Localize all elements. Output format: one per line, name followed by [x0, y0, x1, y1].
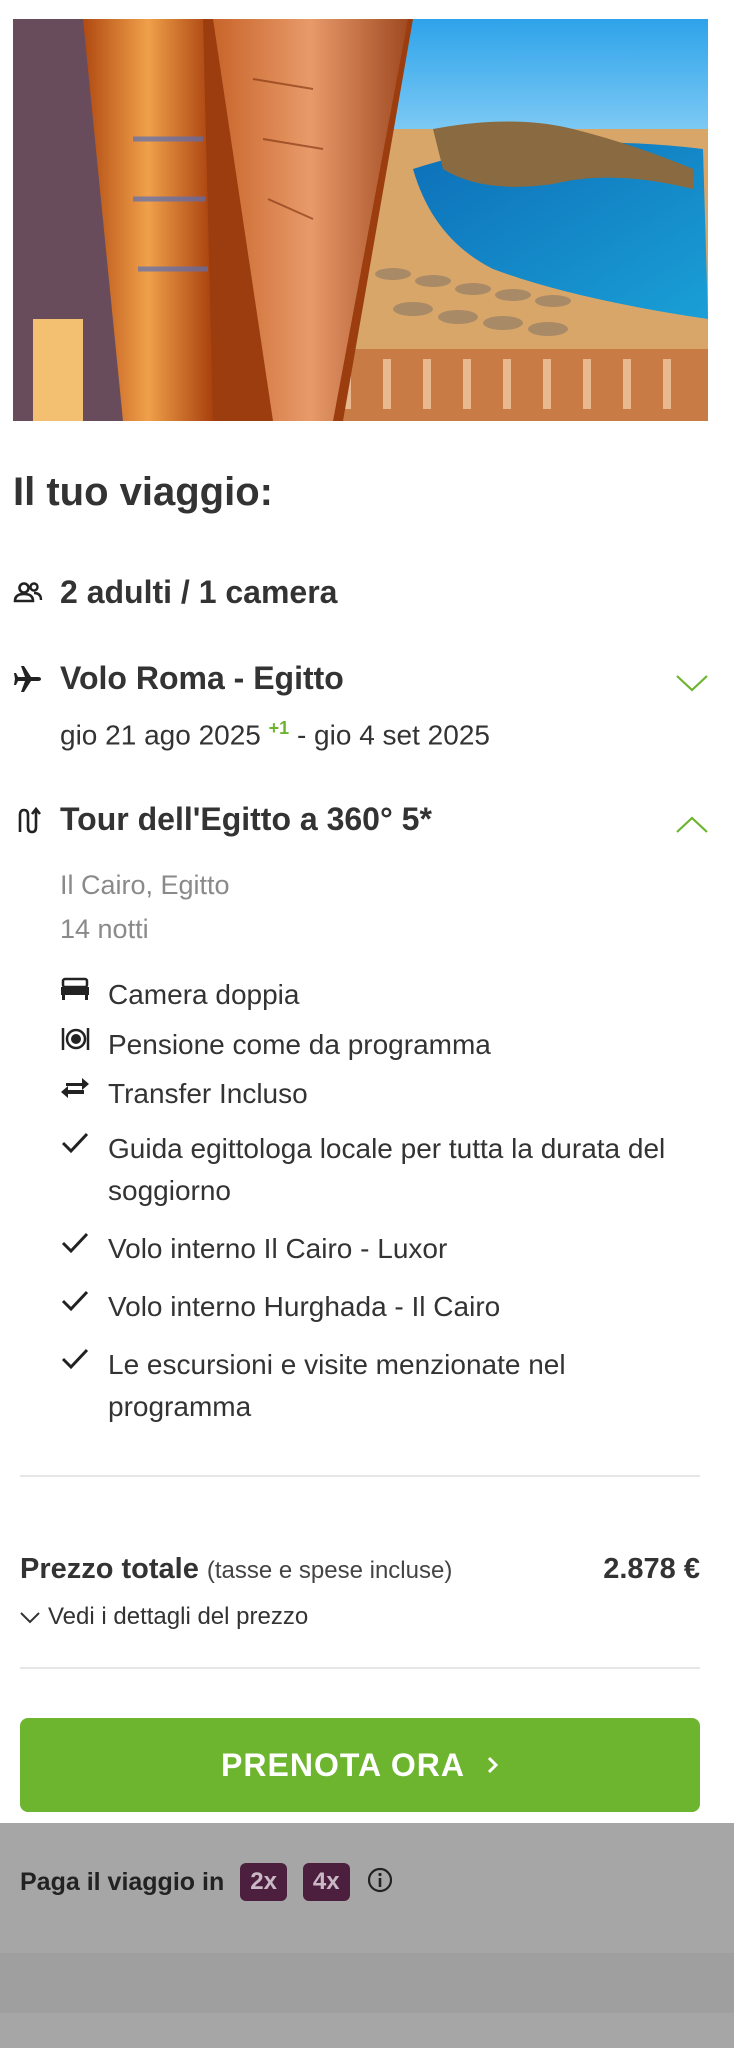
- feature-item: Guida egittologa locale per tutta la dur…: [60, 1128, 680, 1212]
- tour-nights: 14 notti: [60, 914, 149, 944]
- people-icon: [13, 579, 45, 611]
- divider: [20, 1667, 700, 1669]
- bed-icon: [60, 976, 90, 1002]
- transfer-icon: [60, 1075, 90, 1101]
- divider: [20, 1475, 700, 1477]
- check-icon: [60, 1346, 90, 1372]
- dining-icon: [60, 1026, 90, 1052]
- flight-title[interactable]: Volo Roma - Egitto: [60, 660, 344, 697]
- total-price-note: (tasse e spese incluse): [206, 1557, 453, 1584]
- chevron-up-icon[interactable]: [675, 815, 709, 835]
- route-icon: [13, 806, 45, 838]
- chevron-down-icon[interactable]: [675, 673, 709, 693]
- feature-item: Volo interno Hurghada - Il Cairo: [60, 1286, 680, 1328]
- check-icon: [60, 1130, 90, 1156]
- airplane-icon: [13, 664, 45, 696]
- destination-hero-image: [13, 19, 708, 421]
- flight-dates: gio 21 ago 2025 +1 - gio 4 set 2025: [60, 718, 490, 751]
- check-icon: [60, 1288, 90, 1314]
- book-now-button[interactable]: PRENOTA ORA: [20, 1718, 700, 1812]
- info-icon[interactable]: [366, 1866, 394, 1899]
- chevron-down-icon: [20, 1611, 40, 1624]
- installment-option-4x[interactable]: 4x: [302, 1863, 350, 1901]
- feature-item: Transfer Incluso: [60, 1073, 680, 1115]
- return-date: - gio 4 set 2025: [296, 719, 490, 751]
- feature-item: Camera doppia: [60, 974, 680, 1016]
- page-title: Il tuo viaggio:: [13, 470, 273, 514]
- feature-item: Le escursioni e visite menzionate nel pr…: [60, 1344, 680, 1428]
- travelers-summary: 2 adulti / 1 camera: [60, 574, 338, 610]
- installment-option-2x[interactable]: 2x: [240, 1863, 287, 1901]
- installments-label: Paga il viaggio in: [20, 1867, 225, 1896]
- overlay-band: [0, 1953, 734, 2013]
- departure-date: gio 21 ago 2025: [60, 719, 261, 751]
- dimmed-footer-overlay: [0, 1823, 734, 2048]
- tour-location: Il Cairo, Egitto: [60, 870, 230, 900]
- installments-bar: Paga il viaggio in 2x 4x: [20, 1860, 394, 1904]
- chevron-right-icon: [487, 1756, 499, 1774]
- total-price-label: Prezzo totale (tasse e spese incluse): [20, 1553, 453, 1585]
- feature-item: Pensione come da programma: [60, 1024, 680, 1066]
- feature-item: Volo interno Il Cairo - Luxor: [60, 1228, 680, 1270]
- tour-title[interactable]: Tour dell'Egitto a 360° 5*: [60, 801, 432, 838]
- plus-days-badge: +1: [268, 718, 290, 738]
- total-price-amount: 2.878 €: [603, 1553, 700, 1585]
- price-details-link[interactable]: Vedi i dettagli del prezzo: [20, 1603, 308, 1631]
- check-icon: [60, 1230, 90, 1256]
